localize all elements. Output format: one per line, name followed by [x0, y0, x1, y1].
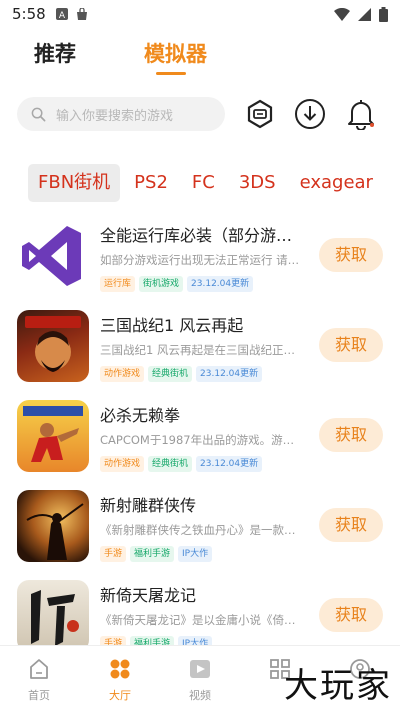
app-screen: 5:58 A 推荐 模拟器 输入你要搜索的游戏 FBN街机 PS2 FC 3DS…: [0, 0, 400, 712]
game-title: 新射雕群侠传: [100, 496, 197, 515]
home-icon: [30, 659, 48, 679]
svg-text:A: A: [59, 11, 66, 20]
game-thumbnail: [17, 220, 89, 292]
battery-icon: [379, 6, 388, 22]
visual-studio-logo-icon: [22, 226, 81, 286]
category-tabs: FBN街机 PS2 FC 3DS exagear: [28, 163, 387, 203]
tag: 经典街机: [148, 366, 193, 382]
download-icon: [295, 99, 325, 129]
game-thumbnail: [17, 580, 89, 652]
get-button[interactable]: 获取: [319, 238, 383, 272]
tag: 经典街机: [148, 456, 193, 472]
bottom-nav: 首页 大厅 视频 大玩家: [0, 645, 400, 712]
signal-icon: [358, 7, 371, 21]
game-description: 如部分游戏运行出现无法正常运行 请下...: [100, 253, 305, 267]
game-description: 《新倚天屠龙记》是以金庸小说《倚天屠...: [100, 613, 305, 627]
nav-video[interactable]: 视频: [180, 658, 220, 703]
tag-list: 运行库 街机游戏 23.12.04更新: [100, 276, 254, 292]
tab-emulator[interactable]: 模拟器: [144, 38, 207, 68]
nav-hall[interactable]: 大厅: [100, 658, 140, 703]
nav-home[interactable]: 首页: [19, 658, 59, 703]
tag: IP大作: [178, 546, 213, 562]
list-item[interactable]: 必杀无赖拳 CAPCOM于1987年出品的游戏。游戏的... 动作游戏 经典街机…: [0, 392, 400, 482]
game-list: 全能运行库必装（部分游戏... 如部分游戏运行出现无法正常运行 请下... 运行…: [0, 212, 400, 662]
get-button[interactable]: 获取: [319, 508, 383, 542]
bag-icon: [76, 8, 87, 20]
get-button[interactable]: 获取: [319, 328, 383, 362]
list-item[interactable]: 新射雕群侠传 《新射雕群侠传之铁血丹心》是一款集结... 手游 福利手游 IP大…: [0, 482, 400, 572]
category-fc[interactable]: FC: [182, 164, 225, 202]
category-fbn[interactable]: FBN街机: [28, 164, 121, 202]
list-item[interactable]: 三国战纪1 风云再起 三国战纪1 风云再起是在三国战纪正宗pl... 动作游戏 …: [0, 302, 400, 392]
game-title: 必杀无赖拳: [100, 406, 181, 425]
tag: 动作游戏: [100, 366, 145, 382]
tag: 手游: [100, 546, 127, 562]
fighter-art-icon: [23, 406, 83, 462]
tag: 福利手游: [130, 546, 175, 562]
get-button[interactable]: 获取: [319, 598, 383, 632]
nav-hall-label: 大厅: [109, 689, 131, 702]
game-thumbnail: [17, 400, 89, 472]
category-ps2[interactable]: PS2: [124, 164, 178, 202]
game-thumbnail: [17, 310, 89, 382]
status-bar: 5:58 A: [0, 0, 400, 28]
category-exagear[interactable]: exagear: [290, 164, 383, 202]
tag: 动作游戏: [100, 456, 145, 472]
bell-icon: [348, 100, 374, 130]
tag: 街机游戏: [139, 276, 184, 292]
search-placeholder: 输入你要搜索的游戏: [56, 108, 174, 124]
tag: 23.12.04更新: [196, 366, 263, 382]
game-description: 三国战纪1 风云再起是在三国战纪正宗pl...: [100, 343, 305, 357]
get-button[interactable]: 获取: [319, 418, 383, 452]
app-a-icon: A: [55, 8, 68, 20]
tag-list: 手游 福利手游 IP大作: [100, 546, 213, 562]
tag-list: 动作游戏 经典街机 23.12.04更新: [100, 456, 263, 472]
video-icon: [190, 660, 210, 678]
game-title: 全能运行库必装（部分游戏...: [100, 226, 305, 245]
tab-emulator-indicator: [156, 72, 186, 75]
game-box-button[interactable]: [243, 97, 277, 131]
watermark-logo: 大玩家: [284, 666, 392, 706]
download-button[interactable]: [293, 97, 327, 131]
game-title: 三国战纪1 风云再起: [100, 316, 244, 335]
swordsman-art-icon: [26, 503, 84, 560]
tag: 23.12.04更新: [196, 456, 263, 472]
calligraphy-art-icon: [31, 590, 79, 646]
game-description: 《新射雕群侠传之铁血丹心》是一款集结...: [100, 523, 305, 537]
game-box-icon: [247, 99, 273, 129]
notification-button[interactable]: [344, 97, 378, 131]
search-icon: [31, 107, 46, 121]
tag: 运行库: [100, 276, 136, 292]
search-input[interactable]: 输入你要搜索的游戏: [17, 97, 225, 131]
grid-apps-icon: [110, 659, 130, 679]
status-time: 5:58: [12, 5, 46, 23]
category-3ds[interactable]: 3DS: [229, 164, 286, 202]
game-title: 新倚天屠龙记: [100, 586, 197, 605]
game-description: CAPCOM于1987年出品的游戏。游戏的...: [100, 433, 305, 447]
game-thumbnail: [17, 490, 89, 562]
nav-video-label: 视频: [189, 689, 211, 702]
tag-list: 动作游戏 经典街机 23.12.04更新: [100, 366, 263, 382]
list-item[interactable]: 全能运行库必装（部分游戏... 如部分游戏运行出现无法正常运行 请下... 运行…: [0, 212, 400, 302]
warrior-art-icon: [25, 316, 81, 372]
top-tab-bar: 推荐 模拟器: [0, 38, 400, 82]
tag: 23.12.04更新: [187, 276, 254, 292]
nav-home-label: 首页: [28, 689, 50, 702]
wifi-icon: [334, 7, 350, 21]
tab-recommend[interactable]: 推荐: [34, 38, 76, 68]
